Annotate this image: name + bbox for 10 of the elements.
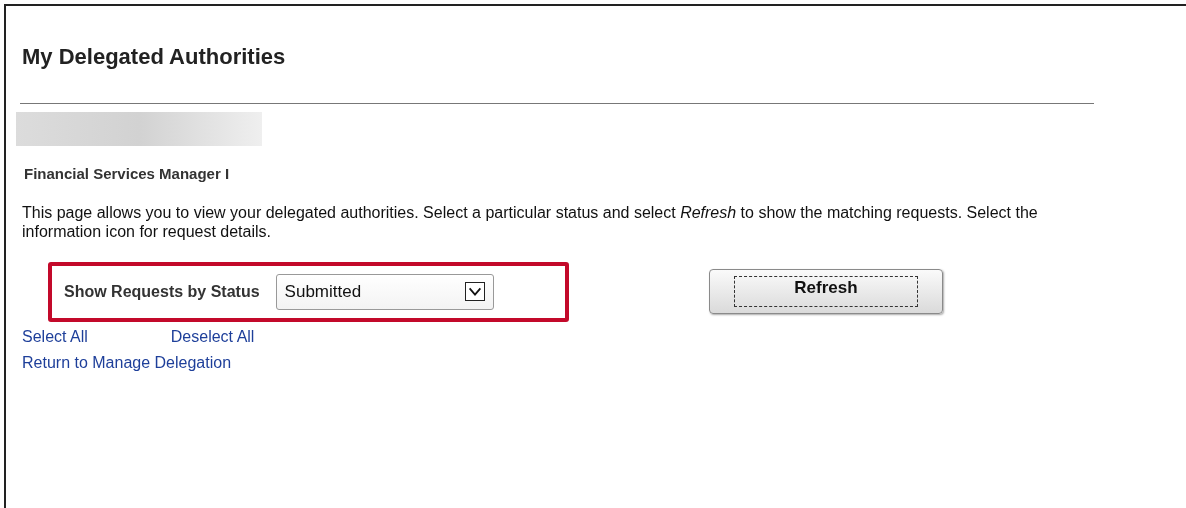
page-title: My Delegated Authorities xyxy=(22,44,287,71)
filter-label: Show Requests by Status xyxy=(64,281,260,302)
return-link[interactable]: Return to Manage Delegation xyxy=(22,353,232,371)
description: This page allows you to view your delegated authorities. Select a particular status and select Refresh to show the matching requests. Select the information icon for request details. xyxy=(22,202,1039,241)
status-dropdown[interactable]: Submitted xyxy=(275,273,494,310)
refresh-button[interactable]: Refresh xyxy=(709,269,943,315)
role-name: Financial Services Manager I xyxy=(24,164,231,185)
select-all-link[interactable]: Select All xyxy=(22,323,88,350)
caret-icon xyxy=(464,282,485,302)
deselect-all-link[interactable]: Deselect All xyxy=(170,323,255,350)
